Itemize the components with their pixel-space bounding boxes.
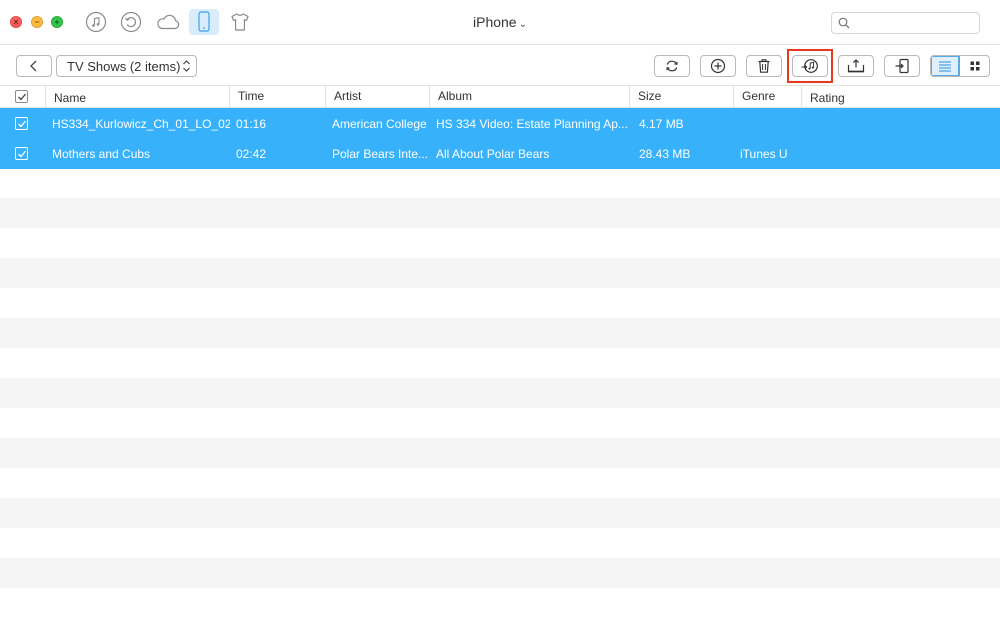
cell-genre xyxy=(740,108,800,138)
music-tab-button[interactable] xyxy=(81,9,111,35)
cell-artist: Polar Bears Inte... xyxy=(332,147,428,161)
restore-icon xyxy=(120,11,142,33)
checkmark-icon xyxy=(18,150,27,158)
device-tab-button[interactable] xyxy=(189,9,219,35)
iphone-icon xyxy=(198,11,210,32)
cell-album: All About Polar Bears xyxy=(436,147,550,161)
close-icon: × xyxy=(13,17,19,27)
table-body: HS334_Kurlowicz_Ch_01_LO_02 01:16 Americ… xyxy=(0,108,1000,620)
empty-row xyxy=(0,378,1000,408)
cell-time: 01:16 xyxy=(236,117,267,131)
empty-row xyxy=(0,198,1000,228)
search-box[interactable] xyxy=(831,12,980,34)
cell-artist: American College xyxy=(332,117,427,131)
cell-size: 28.43 MB xyxy=(639,147,691,161)
checkmark-icon xyxy=(18,93,27,101)
column-header-time[interactable]: Time xyxy=(229,86,325,108)
maximize-icon: + xyxy=(54,17,60,27)
table-row[interactable]: HS334_Kurlowicz_Ch_01_LO_02 01:16 Americ… xyxy=(0,108,1000,138)
grid-view-button[interactable] xyxy=(960,56,989,76)
category-selector[interactable]: TV Shows (2 items) xyxy=(56,55,197,77)
chevron-left-icon xyxy=(30,60,37,72)
refresh-button[interactable] xyxy=(654,55,690,77)
cell-album: HS 334 Video: Estate Planning Ap... xyxy=(436,117,628,131)
cloud-icon xyxy=(157,14,180,30)
delete-button[interactable] xyxy=(746,55,782,77)
column-header-artist[interactable]: Artist xyxy=(325,86,429,108)
column-header-genre[interactable]: Genre xyxy=(733,86,801,108)
search-icon xyxy=(838,17,850,29)
category-label: TV Shows (2 items) xyxy=(67,58,181,74)
device-selector[interactable]: iPhone ⌄ xyxy=(450,14,550,30)
minimize-icon: − xyxy=(34,17,40,27)
cell-time: 02:42 xyxy=(236,147,267,161)
column-header-rating[interactable]: Rating xyxy=(801,86,1000,108)
trash-icon xyxy=(758,59,770,73)
cell-rating xyxy=(809,138,989,168)
empty-row xyxy=(0,558,1000,588)
list-view-button[interactable] xyxy=(931,56,961,76)
row-checkbox[interactable] xyxy=(15,147,28,160)
select-all-checkbox[interactable] xyxy=(15,90,28,103)
view-mode-toggle xyxy=(930,55,990,77)
tshirt-icon xyxy=(231,13,249,31)
title-bar: × − + iPhone ⌄ xyxy=(0,0,1000,45)
back-button[interactable] xyxy=(16,55,52,77)
column-header-name[interactable]: Name xyxy=(45,86,229,108)
toolkit-tab-button[interactable] xyxy=(225,9,255,35)
cell-name: Mothers and Cubs xyxy=(52,147,151,161)
toolbar: TV Shows (2 items) xyxy=(0,45,1000,86)
search-input[interactable] xyxy=(854,15,974,31)
column-header-size[interactable]: Size xyxy=(629,86,733,108)
to-device-icon xyxy=(895,58,909,74)
row-checkbox[interactable] xyxy=(15,117,28,130)
refresh-icon xyxy=(666,60,678,72)
to-computer-icon xyxy=(847,59,865,73)
cell-genre: iTunes U xyxy=(740,147,788,161)
device-name: iPhone xyxy=(473,14,517,30)
send-to-device-button[interactable] xyxy=(884,55,920,77)
list-view-icon xyxy=(939,61,951,72)
add-button[interactable] xyxy=(700,55,736,77)
send-to-computer-button[interactable] xyxy=(838,55,874,77)
empty-row xyxy=(0,438,1000,468)
empty-row xyxy=(0,258,1000,288)
grid-view-icon xyxy=(970,61,979,71)
table-header: Name Time Artist Album Size Genre Rating xyxy=(0,86,1000,108)
cell-size: 4.17 MB xyxy=(639,117,684,131)
highlight-annotation-box xyxy=(787,49,833,83)
close-window-button[interactable]: × xyxy=(10,16,22,28)
checkmark-icon xyxy=(18,120,27,128)
cell-name: HS334_Kurlowicz_Ch_01_LO_02 xyxy=(52,117,230,131)
column-header-album[interactable]: Album xyxy=(429,86,629,108)
updown-chevron-icon xyxy=(183,60,190,72)
minimize-window-button[interactable]: − xyxy=(31,16,43,28)
icloud-tab-button[interactable] xyxy=(153,9,183,35)
cell-rating xyxy=(809,108,989,138)
empty-row xyxy=(0,498,1000,528)
restore-tab-button[interactable] xyxy=(116,9,146,35)
empty-row xyxy=(0,318,1000,348)
add-icon xyxy=(710,58,726,74)
music-icon xyxy=(85,11,107,33)
chevron-down-icon: ⌄ xyxy=(518,19,527,30)
maximize-window-button[interactable]: + xyxy=(51,16,63,28)
table-row[interactable]: Mothers and Cubs 02:42 Polar Bears Inte.… xyxy=(0,138,1000,169)
